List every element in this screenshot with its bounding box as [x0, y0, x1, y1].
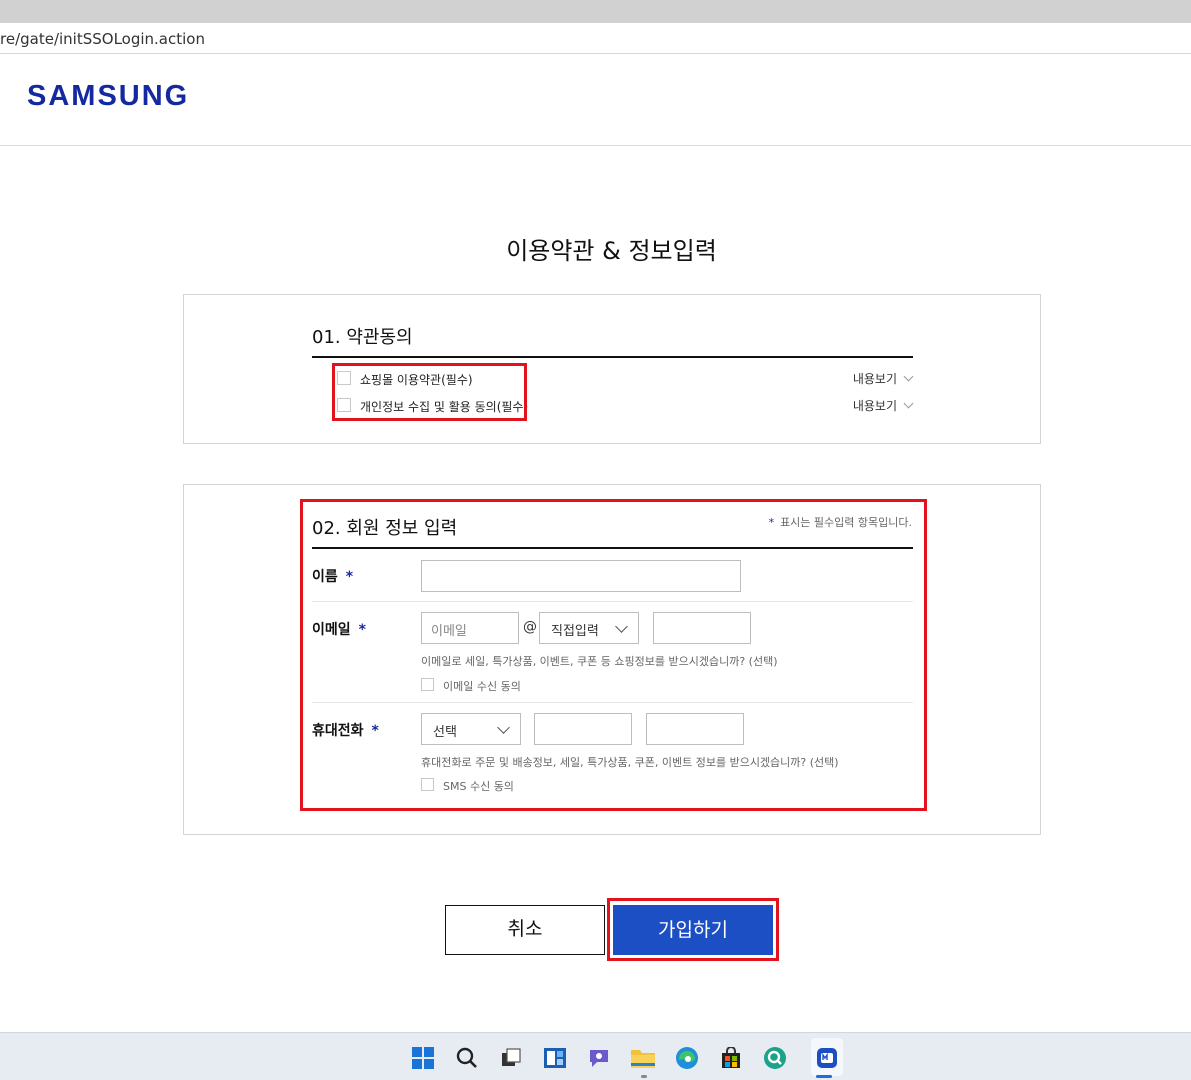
at-sign: @: [523, 619, 537, 635]
required-note-text: 표시는 필수입력 항목입니다.: [780, 516, 912, 529]
terms-section-title: 01. 약관동의: [312, 327, 413, 348]
name-input[interactable]: [421, 560, 741, 592]
edge-icon[interactable]: [674, 1045, 700, 1071]
terms-privacy-view-link[interactable]: 내용보기: [852, 397, 914, 414]
terms-shopping-view-link[interactable]: 내용보기: [852, 370, 914, 387]
phone-middle-input[interactable]: [534, 713, 632, 745]
cancel-button[interactable]: 취소: [445, 905, 605, 955]
chevron-down-icon: [497, 721, 510, 734]
view-label: 내용보기: [852, 399, 897, 413]
row-separator: [312, 601, 913, 602]
chat-icon[interactable]: [586, 1045, 612, 1071]
name-label: 이름 *: [312, 566, 353, 586]
widgets-icon[interactable]: [542, 1045, 568, 1071]
terms-privacy-label[interactable]: 개인정보 수집 및 활용 동의(필수): [360, 398, 528, 415]
email-id-input[interactable]: 이메일: [421, 612, 519, 644]
required-mark: *: [768, 516, 775, 529]
samsung-logo[interactable]: SAMSUNG: [27, 80, 189, 113]
search-icon[interactable]: [454, 1045, 480, 1071]
app-icon[interactable]: [762, 1045, 788, 1071]
address-url[interactable]: re/gate/initSSOLogin.action: [0, 30, 205, 48]
terms-section: 01. 약관동의 쇼핑몰 이용약관(필수) 내용보기 개인정보 수집 및 활용 …: [183, 294, 1041, 444]
email-domain-input[interactable]: [653, 612, 751, 644]
site-header: SAMSUNG: [0, 54, 1191, 146]
terms-privacy-checkbox[interactable]: [337, 398, 351, 412]
view-label: 내용보기: [852, 372, 897, 386]
phone-label-text: 휴대전화: [312, 723, 364, 739]
sms-marketing-hint: 휴대전화로 주문 및 배송정보, 세일, 특가상품, 쿠폰, 이벤트 정보를 받…: [421, 756, 839, 769]
store-icon[interactable]: [718, 1045, 744, 1071]
running-indicator: [641, 1075, 647, 1078]
sms-agree-checkbox[interactable]: [421, 778, 434, 791]
email-label-text: 이메일: [312, 622, 351, 638]
terms-divider: [312, 356, 913, 358]
active-indicator: [816, 1075, 832, 1078]
required-mark: *: [358, 622, 366, 638]
row-separator: [312, 702, 913, 703]
page-title: 이용약관 & 정보입력: [506, 237, 717, 265]
phone-label: 휴대전화 *: [312, 720, 379, 740]
task-view-icon[interactable]: [498, 1045, 524, 1071]
email-domain-selected: 직접입력: [551, 624, 599, 639]
address-bar[interactable]: re/gate/initSSOLogin.action: [0, 23, 1191, 54]
name-label-text: 이름: [312, 569, 338, 585]
required-note: * 표시는 필수입력 항목입니다.: [769, 514, 912, 530]
phone-last-input[interactable]: [646, 713, 744, 745]
windows-start-icon[interactable]: [410, 1045, 436, 1071]
taskbar: [0, 1032, 1191, 1080]
terms-shopping-label[interactable]: 쇼핑몰 이용약관(필수): [360, 371, 473, 388]
phone-prefix-select[interactable]: 선택: [421, 713, 521, 745]
member-info-divider: [312, 547, 913, 549]
active-app-icon[interactable]: [814, 1045, 840, 1071]
member-info-section-title: 02. 회원 정보 입력: [312, 518, 458, 539]
terms-shopping-checkbox[interactable]: [337, 371, 351, 385]
chevron-down-icon: [903, 371, 914, 382]
email-agree-label[interactable]: 이메일 수신 동의: [443, 678, 521, 694]
chevron-down-icon: [615, 620, 628, 633]
phone-prefix-selected: 선택: [433, 725, 457, 740]
required-mark: *: [371, 723, 379, 739]
chevron-down-icon: [903, 398, 914, 409]
email-marketing-hint: 이메일로 세일, 특가상품, 이벤트, 쿠폰 등 쇼핑정보를 받으시겠습니까? …: [421, 655, 778, 668]
member-info-section: 02. 회원 정보 입력 * 표시는 필수입력 항목입니다. 이름 * 이메일 * 이…: [183, 484, 1041, 835]
required-mark: *: [345, 569, 354, 585]
email-agree-checkbox[interactable]: [421, 678, 434, 691]
browser-tab-strip: [0, 0, 1191, 23]
sms-agree-label[interactable]: SMS 수신 동의: [443, 778, 514, 794]
email-label: 이메일 *: [312, 619, 366, 639]
email-domain-select[interactable]: 직접입력: [539, 612, 639, 644]
file-explorer-icon[interactable]: [630, 1045, 656, 1071]
join-button[interactable]: 가입하기: [613, 905, 773, 955]
